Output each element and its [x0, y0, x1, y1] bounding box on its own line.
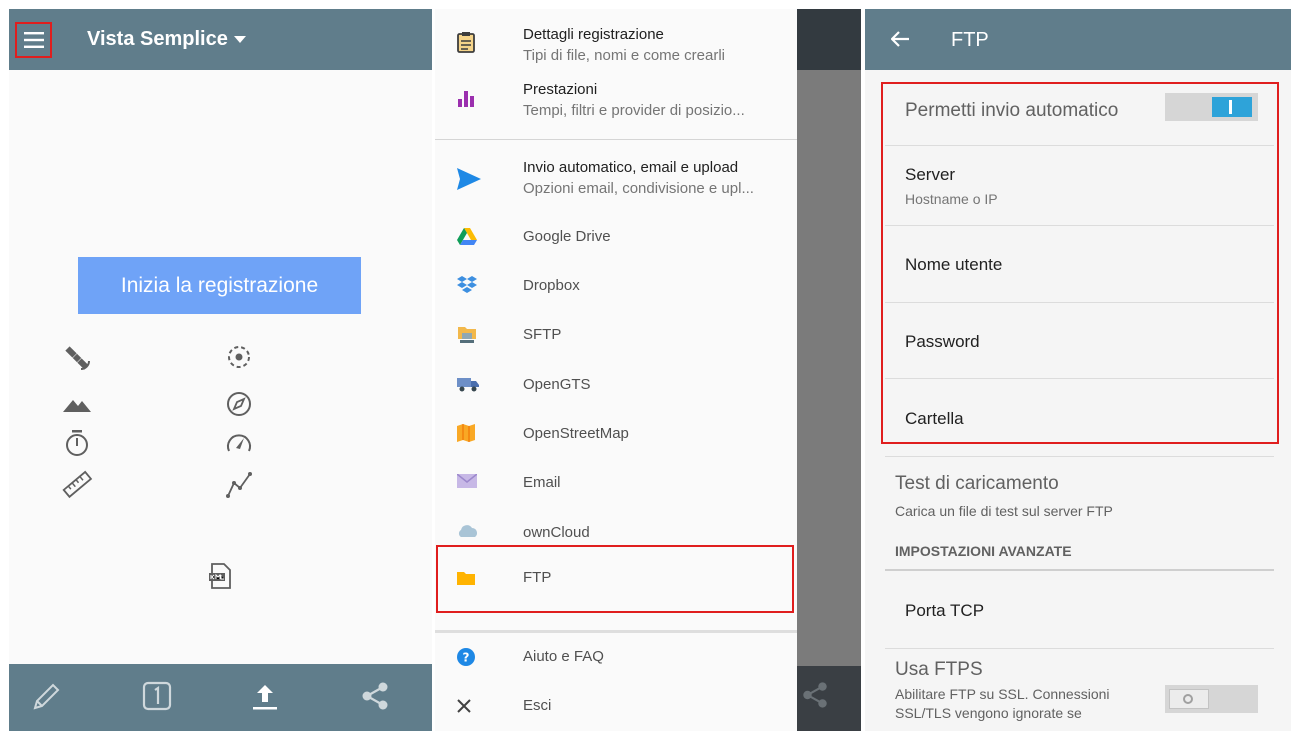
drawer-item-logging-details[interactable]: Dettagli registrazione Tipi di file, nom…	[435, 18, 797, 68]
navigation-drawer-screen: Dettagli registrazione Tipi di file, nom…	[435, 9, 861, 731]
preference-summary: Abilitare FTP su SSL. Connessioni	[895, 686, 1110, 702]
back-arrow-icon[interactable]	[891, 31, 909, 47]
drawer-item-title: Esci	[523, 697, 552, 714]
drawer-item-subtitle: Tipi di file, nomi e come crearli	[523, 47, 726, 64]
app-bar: Vista Semplice	[9, 9, 432, 70]
kml-file-icon	[209, 563, 231, 589]
cloud-icon	[458, 525, 477, 537]
drawer-item-subtitle: Tempi, filtri e provider di posizio...	[523, 102, 745, 119]
drawer-item-exit[interactable]: Esci	[435, 690, 797, 722]
scrim[interactable]	[797, 9, 861, 70]
share-icon[interactable]	[359, 680, 391, 712]
ftp-settings-screen: FTP Permetti invio automatico Server Hos…	[865, 9, 1291, 731]
selection-highlight	[436, 545, 794, 613]
view-title[interactable]: Vista Semplice	[87, 28, 228, 51]
distance-icon	[62, 470, 93, 499]
map-icon	[457, 424, 475, 442]
drawer-item-title: Email	[523, 474, 561, 491]
screenshot-border	[0, 0, 1291, 9]
preference-label: Test di caricamento	[895, 473, 1059, 494]
drawer-item-title: Aiuto e FAQ	[523, 648, 604, 665]
timer-icon	[66, 430, 88, 456]
speed-icon	[227, 434, 251, 452]
google-drive-icon	[457, 228, 477, 245]
navigation-drawer: Dettagli registrazione Tipi di file, nom…	[435, 9, 797, 731]
gps-fix-icon	[228, 346, 250, 368]
drawer-item-google-drive[interactable]: Google Drive	[435, 214, 797, 260]
drawer-item-title: Dropbox	[523, 277, 580, 294]
preference-label: Usa FTPS	[895, 659, 983, 680]
toggle-knob	[1169, 689, 1209, 709]
drawer-item-title: Invio automatico, email e upload	[523, 159, 739, 176]
dropdown-arrow-icon[interactable]	[234, 36, 246, 43]
drawer-item-email[interactable]: Email	[435, 464, 797, 510]
altitude-icon	[63, 400, 91, 412]
drawer-item-subtitle: Opzioni email, condivisione e upl...	[523, 180, 754, 197]
drawer-item-title: SFTP	[523, 326, 562, 343]
tcp-port-preference[interactable]: Porta TCP	[885, 571, 1274, 649]
start-logging-button[interactable]: Inizia la registrazione	[78, 257, 361, 314]
drawer-item-auto-send[interactable]: Invio automatico, email e upload Opzioni…	[435, 154, 797, 212]
svg-text:?: ?	[463, 651, 470, 665]
drawer-item-title: OpenGTS	[523, 376, 591, 393]
truck-icon	[457, 378, 479, 392]
drawer-item-opengts[interactable]: OpenGTS	[435, 364, 797, 410]
preference-summary: Carica un file di test sul server FTP	[895, 503, 1113, 519]
app-bar: FTP	[865, 9, 1291, 70]
bottom-toolbar	[9, 664, 432, 731]
drawer-item-performance[interactable]: Prestazioni Tempi, filtri e provider di …	[435, 72, 797, 132]
selection-highlight	[881, 82, 1279, 444]
divider	[435, 630, 797, 633]
drawer-item-title: Google Drive	[523, 228, 611, 245]
test-upload-preference[interactable]: Test di caricamento Carica un file di te…	[885, 457, 1274, 529]
email-icon	[457, 474, 477, 488]
close-icon	[457, 699, 471, 713]
share-icon	[803, 682, 827, 708]
preference-summary: SSL/TLS vengono ignorate se	[895, 705, 1082, 721]
drawer-item-title: OpenStreetMap	[523, 425, 629, 442]
drawer-item-title: ownCloud	[523, 524, 590, 541]
simple-view-screen: Vista Semplice Inizia la registrazione	[9, 9, 432, 731]
divider	[435, 139, 797, 140]
drawer-item-openstreetmap[interactable]: OpenStreetMap	[435, 414, 797, 460]
drawer-item-sftp[interactable]: SFTP	[435, 314, 797, 360]
track-points-icon	[226, 472, 252, 498]
help-icon: ?	[457, 648, 475, 666]
sftp-icon	[458, 327, 476, 343]
satellite-icon	[65, 346, 90, 370]
page-title: FTP	[951, 29, 989, 51]
bar-chart-icon	[458, 91, 474, 107]
menu-button[interactable]	[15, 22, 52, 58]
drawer-item-title: Prestazioni	[523, 81, 598, 98]
use-ftps-toggle[interactable]	[1165, 685, 1258, 713]
scrim[interactable]	[797, 70, 861, 666]
clipboard-icon	[457, 32, 475, 53]
drawer-item-dropbox[interactable]: Dropbox	[435, 264, 797, 310]
upload-icon[interactable]	[249, 680, 281, 712]
compass-icon	[227, 392, 251, 416]
preference-label: Porta TCP	[905, 601, 985, 620]
drawer-item-title: Dettagli registrazione	[523, 26, 664, 43]
annotate-pencil-icon[interactable]	[31, 680, 63, 712]
single-point-icon[interactable]	[141, 680, 173, 712]
hamburger-menu-icon	[24, 32, 44, 48]
drawer-item-help[interactable]: ? Aiuto e FAQ	[435, 642, 797, 674]
dropbox-icon	[457, 276, 477, 293]
send-icon	[457, 168, 481, 190]
advanced-settings-header: IMPOSTAZIONI AVANZATE	[895, 543, 1072, 559]
